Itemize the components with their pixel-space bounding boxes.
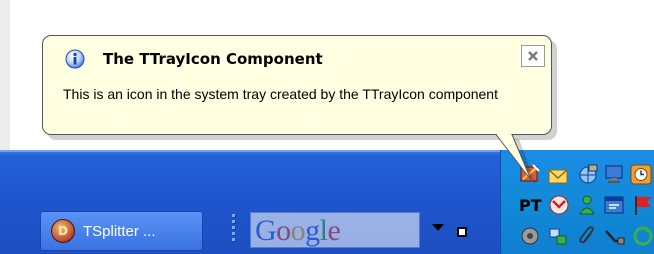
messenger-icon[interactable] <box>576 194 598 216</box>
mail-icon[interactable] <box>547 165 569 187</box>
balloon-title: The TTrayIcon Component <box>103 50 323 68</box>
info-icon <box>65 49 85 69</box>
delphi-app-icon: D <box>51 219 75 243</box>
paperclip-icon[interactable] <box>576 225 598 247</box>
google-logo-letter: l <box>319 214 328 247</box>
google-search-input[interactable]: Google <box>250 212 420 248</box>
refresh-icon[interactable] <box>632 225 654 247</box>
speaker-icon[interactable] <box>519 225 541 247</box>
connection-icon[interactable] <box>547 225 569 247</box>
google-logo-letter: o <box>290 214 306 247</box>
toolbar-grip[interactable] <box>231 214 237 252</box>
desktop-background <box>0 0 10 150</box>
monitor-icon[interactable] <box>603 163 625 185</box>
balloon-message: This is an icon in the system tray creat… <box>63 86 498 102</box>
gmail-icon[interactable] <box>548 194 570 216</box>
taskbar-button-tsplitter[interactable]: D TSplitter ... <box>40 211 203 251</box>
usb-icon[interactable] <box>603 225 625 247</box>
custom-tray-icon[interactable] <box>519 163 541 185</box>
balloon-close-button[interactable] <box>521 45 545 67</box>
close-icon <box>528 51 538 61</box>
google-logo-letter: G <box>255 214 277 247</box>
google-logo-letter: g <box>305 214 320 247</box>
taskbar-button-label: TSplitter ... <box>83 222 156 240</box>
network-globe-icon[interactable] <box>577 163 599 185</box>
window-icon[interactable] <box>603 194 625 216</box>
restore-icon[interactable] <box>457 227 467 237</box>
google-logo-letter: o <box>276 214 291 247</box>
flag-icon[interactable] <box>632 194 654 216</box>
google-logo-letter: e <box>327 214 341 247</box>
chevron-down-icon[interactable] <box>432 224 444 231</box>
clock-icon[interactable] <box>630 163 652 185</box>
pt-text-icon[interactable]: PT <box>519 195 542 217</box>
